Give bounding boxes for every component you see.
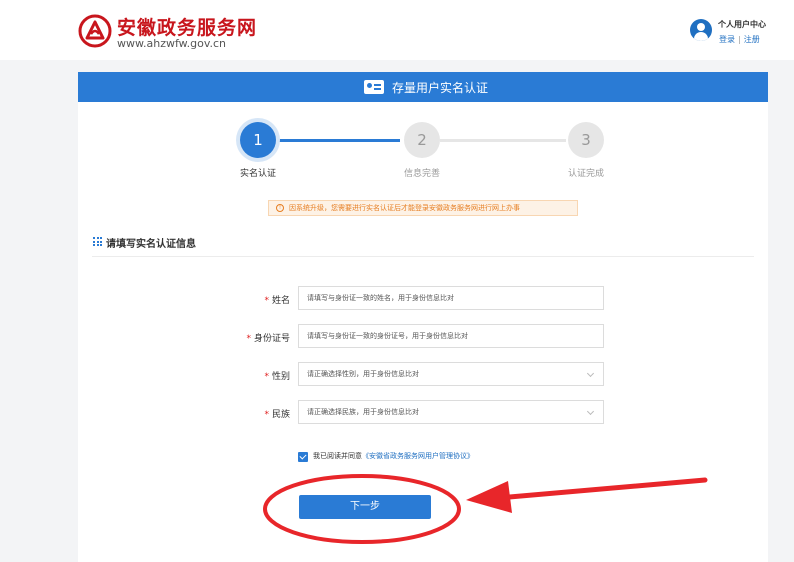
gender-select[interactable]: 请正确选择性别，用于身份信息比对 xyxy=(298,362,604,386)
grid-icon xyxy=(93,237,102,246)
step-2-circle: 2 xyxy=(404,122,440,158)
user-avatar-icon[interactable] xyxy=(690,19,712,41)
step-connector-2 xyxy=(440,139,566,142)
id-number-input[interactable]: 请填写与身份证一致的身份证号，用于身份信息比对 xyxy=(298,324,604,348)
page-title: 存量用户实名认证 xyxy=(392,81,489,95)
verification-panel: 存量用户实名认证 1 2 3 实名认证 信息完善 认证完成 ! 因系统升级，您需… xyxy=(78,72,768,562)
section-divider xyxy=(92,256,754,257)
title-bar: 存量用户实名认证 xyxy=(78,72,768,102)
agreement-checkbox[interactable] xyxy=(298,452,308,462)
id-number-label: * 身份证号 xyxy=(246,334,290,344)
site-logo-icon[interactable] xyxy=(78,14,112,48)
step-3-circle: 3 xyxy=(568,122,604,158)
step-2-label: 信息完善 xyxy=(403,169,440,179)
user-center-title[interactable]: 个人用户中心 xyxy=(718,19,766,30)
section-title: 请填写实名认证信息 xyxy=(106,239,196,250)
ethnicity-label: * 民族 xyxy=(264,410,290,420)
site-title[interactable]: 安徽政务服务网 xyxy=(117,13,257,40)
notice-text: 因系统升级，您需要进行实名认证后才能登录安徽政务服务网进行网上办事 xyxy=(289,204,520,212)
agreement-link[interactable]: 《安徽省政务服务网用户管理协议》 xyxy=(362,452,474,460)
chevron-down-icon xyxy=(586,369,595,378)
name-input[interactable]: 请填写与身份证一致的姓名，用于身份信息比对 xyxy=(298,286,604,310)
id-card-icon xyxy=(364,80,384,94)
next-step-button[interactable]: 下一步 xyxy=(299,495,431,519)
info-icon: ! xyxy=(276,204,284,212)
site-header: 安徽政务服务网 www.ahzwfw.gov.cn 个人用户中心 登录 | 注册 xyxy=(0,0,794,60)
register-link[interactable]: 注册 xyxy=(744,35,760,44)
user-links: 登录 | 注册 xyxy=(719,35,760,44)
login-link[interactable]: 登录 xyxy=(719,35,735,44)
site-url: www.ahzwfw.gov.cn xyxy=(117,37,227,50)
step-connector-1 xyxy=(278,139,400,142)
step-3-label: 认证完成 xyxy=(567,169,604,179)
gender-label: * 性别 xyxy=(264,372,290,382)
agreement-text: 我已阅读并同意《安徽省政务服务网用户管理协议》 xyxy=(313,452,474,460)
step-1-label: 实名认证 xyxy=(239,169,276,179)
name-label: * 姓名 xyxy=(264,296,290,306)
step-1-circle: 1 xyxy=(240,122,276,158)
ethnicity-select[interactable]: 请正确选择民族，用于身份信息比对 xyxy=(298,400,604,424)
chevron-down-icon xyxy=(586,407,595,416)
upgrade-notice: ! 因系统升级，您需要进行实名认证后才能登录安徽政务服务网进行网上办事 xyxy=(268,200,578,216)
